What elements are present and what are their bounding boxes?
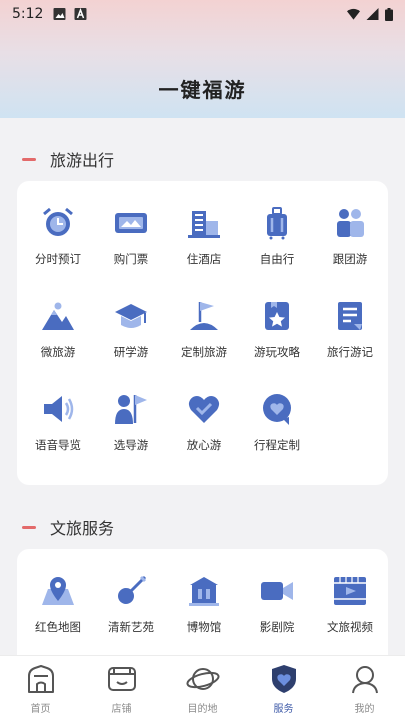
tab-label: 店铺	[111, 704, 132, 715]
status-time: 5:12	[12, 6, 44, 22]
section-title-travel: 旅游出行	[22, 147, 114, 171]
shield-heart-icon	[271, 665, 296, 693]
section-label: 文旅服务	[50, 519, 115, 538]
service-item-label: 游玩攻略	[254, 345, 300, 359]
wifi-icon	[347, 8, 360, 20]
service-item[interactable]: 清新艺苑	[94, 573, 168, 635]
tab-label: 我的	[354, 704, 375, 715]
service-item[interactable]: 游玩攻略	[240, 298, 314, 360]
service-item[interactable]: 定制旅游	[167, 298, 241, 360]
hotel-icon	[188, 211, 220, 238]
speaker-icon	[44, 396, 74, 422]
user-icon	[351, 666, 378, 694]
app-notification-icon	[74, 8, 87, 20]
service-item-label: 定制旅游	[181, 345, 227, 359]
signal-icon	[366, 8, 379, 20]
flag-hill-icon	[190, 302, 218, 330]
service-item[interactable]: 行程定制	[240, 391, 314, 453]
service-item-label: 研学游	[113, 345, 149, 359]
tab-home[interactable]: 首页	[0, 656, 81, 720]
service-item-label: 旅行游记	[327, 345, 373, 359]
service-item-label: 语音导览	[35, 438, 81, 452]
service-item-label: 自由行	[259, 252, 295, 266]
map-pin-icon	[42, 577, 74, 605]
service-item-label: 行程定制	[254, 438, 300, 452]
service-item[interactable]: 旅行游记	[313, 298, 387, 360]
service-item-label: 影剧院	[259, 620, 295, 634]
status-bar: 5:12	[0, 0, 405, 28]
star-bookmark-icon	[265, 302, 289, 330]
home-icon	[27, 665, 54, 693]
service-item[interactable]: 影剧院	[240, 573, 314, 635]
service-item-label: 选导游	[113, 438, 149, 452]
service-item-label: 文旅视频	[327, 620, 373, 634]
tab-store[interactable]: 店铺	[81, 656, 162, 720]
ticket-icon	[115, 213, 147, 233]
service-item[interactable]: 放心游	[167, 391, 241, 453]
service-item[interactable]: 住酒店	[167, 205, 241, 267]
service-item[interactable]: 选导游	[94, 391, 168, 453]
service-item-label: 分时预订	[35, 252, 81, 266]
section-title-culture: 文旅服务	[22, 515, 114, 539]
service-item-label: 住酒店	[186, 252, 222, 266]
film-icon	[334, 577, 366, 605]
section-label: 旅游出行	[50, 151, 115, 170]
service-item-label: 红色地图	[35, 620, 81, 634]
tab-label: 服务	[273, 704, 294, 715]
tab-service[interactable]: 服务	[243, 656, 324, 720]
battery-icon	[385, 7, 393, 21]
service-item-label: 放心游	[186, 438, 222, 452]
service-item[interactable]: 分时预订	[21, 205, 95, 267]
service-item[interactable]: 购门票	[94, 205, 168, 267]
page-title: 一键福游	[158, 78, 247, 102]
alarm-clock-icon	[43, 207, 73, 236]
store-icon	[107, 667, 136, 691]
tab-mine[interactable]: 我的	[324, 656, 405, 720]
travel-services-card: 分时预订 购门票 住酒店 自由行 跟团游微旅游 研学游 定制旅游 游玩攻略 旅行游记语音导览 选导…	[17, 181, 388, 485]
heart-chat-icon	[263, 394, 291, 425]
mountain-icon	[42, 302, 74, 330]
luggage-icon	[267, 207, 287, 240]
service-item-label: 跟团游	[332, 252, 368, 266]
image-notification-icon	[53, 8, 66, 20]
service-item-label: 微旅游	[40, 345, 76, 359]
service-item[interactable]: 自由行	[240, 205, 314, 267]
service-item[interactable]: 红色地图	[21, 573, 95, 635]
tab-label: 目的地	[187, 704, 218, 715]
service-item[interactable]: 跟团游	[313, 205, 387, 267]
tab-destination[interactable]: 目的地	[162, 656, 243, 720]
heart-icon	[188, 396, 220, 423]
service-item-label: 博物馆	[186, 620, 222, 634]
guide-flag-icon	[115, 395, 147, 424]
service-item-label: 购门票	[113, 252, 149, 266]
tab-label: 首页	[30, 704, 51, 715]
culture-services-card: 红色地图 清新艺苑 博物馆 影剧院 文旅视频	[17, 549, 388, 669]
service-item[interactable]: 微旅游	[21, 298, 95, 360]
brush-icon	[118, 575, 147, 604]
graduation-cap-icon	[115, 304, 147, 328]
museum-icon	[189, 577, 219, 606]
planet-icon	[185, 668, 220, 690]
service-item[interactable]: 语音导览	[21, 391, 95, 453]
video-camera-icon	[261, 582, 293, 600]
notebook-icon	[338, 302, 362, 330]
bottom-tab-bar: 首页 店铺 目的地 服务 我的	[0, 655, 405, 720]
group-icon	[337, 209, 364, 237]
service-item[interactable]: 博物馆	[167, 573, 241, 635]
section-dash	[22, 525, 36, 529]
service-item[interactable]: 研学游	[94, 298, 168, 360]
service-item[interactable]: 文旅视频	[313, 573, 387, 635]
service-item-label: 清新艺苑	[108, 620, 154, 634]
section-dash	[22, 157, 36, 161]
